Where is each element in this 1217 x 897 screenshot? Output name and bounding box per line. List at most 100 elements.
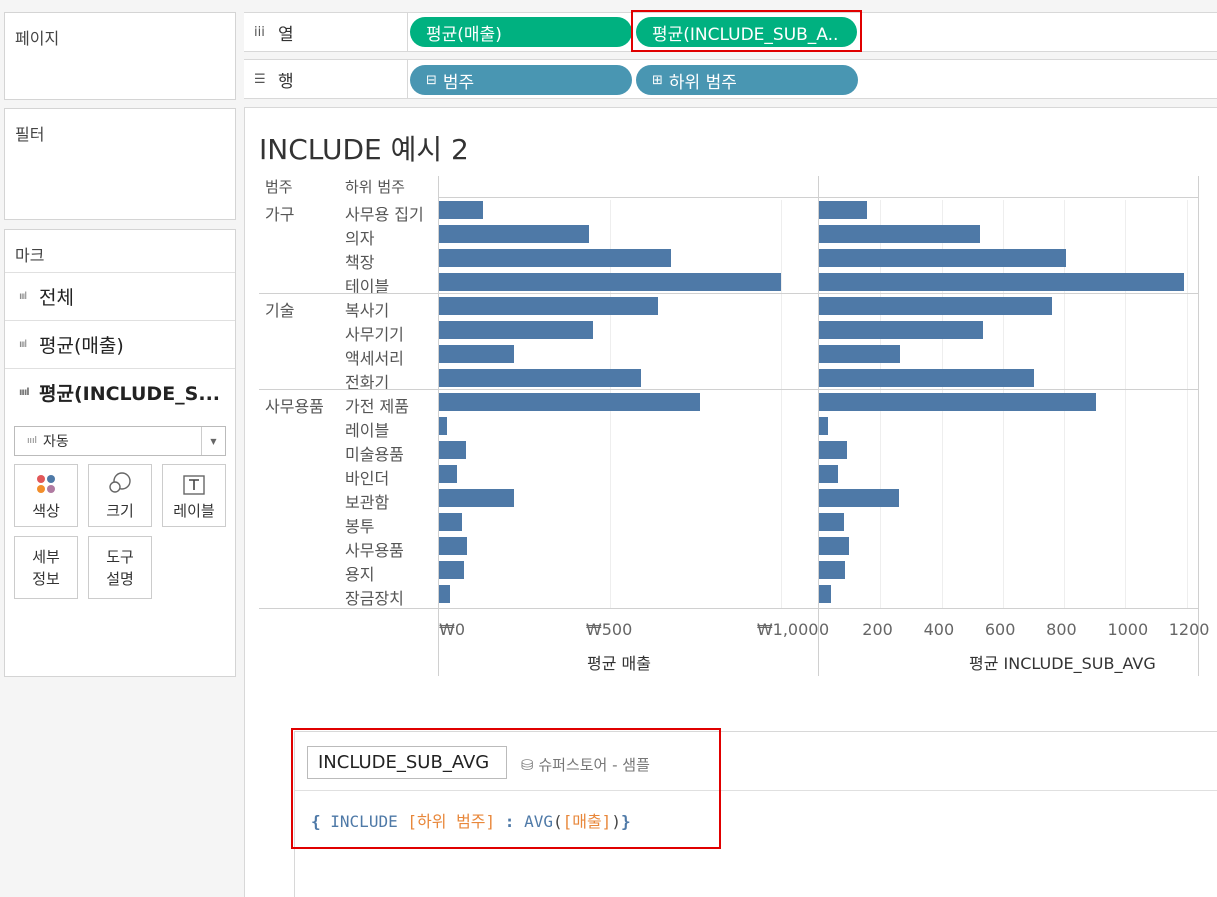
bar-mark <box>819 513 844 531</box>
bar-mark <box>819 393 1097 411</box>
subcategory-label: 미술용품 <box>345 445 404 464</box>
bar-mark <box>439 225 590 243</box>
pages-title: 페이지 <box>15 29 60 48</box>
category-divider <box>259 293 1199 294</box>
mark-type-select[interactable]: ıııl 자동 ▼ <box>14 426 226 456</box>
bar-mark <box>439 273 781 291</box>
bar-mark <box>439 489 514 507</box>
bar-chart-icon: ıııl <box>19 291 27 302</box>
subcategory-label: 책장 <box>345 253 375 272</box>
chevron-down-icon[interactable]: ▼ <box>201 427 225 455</box>
subcategory-label: 장금장치 <box>345 589 404 608</box>
size-icon <box>89 465 151 495</box>
text-label-icon <box>163 465 225 495</box>
bar-mark <box>819 225 980 243</box>
bar-mark <box>819 201 867 219</box>
color-button[interactable]: 색상 <box>14 464 78 527</box>
tick-label: 1200 <box>1168 620 1210 639</box>
detail-label-2: 정보 <box>32 569 60 588</box>
pill-label: 범주 <box>442 72 475 93</box>
rows-shelf[interactable]: ☰ 행 ⊟ 범주 ⊞ 하위 범주 <box>244 59 1217 99</box>
color-button-label: 색상 <box>32 502 60 520</box>
bar-mark <box>439 417 447 435</box>
bar-mark <box>439 321 593 339</box>
header-rule <box>439 197 1199 198</box>
bar-mark <box>439 465 457 483</box>
bar-mark <box>819 441 848 459</box>
category-divider <box>259 389 1199 390</box>
tick-label: 1000 <box>1107 620 1149 639</box>
mark-type-value: 자동 <box>43 434 69 450</box>
bar-mark <box>819 369 1034 387</box>
bar-mark <box>819 417 828 435</box>
marks-tab-avg-include[interactable]: ıııl 평균(INCLUDE_S... <box>5 368 235 416</box>
subcategory-label: 사무용 집기 <box>345 205 424 224</box>
highlight-box <box>631 10 862 52</box>
bar-mark <box>439 537 468 555</box>
subcategory-label: 레이블 <box>345 421 390 440</box>
bar-mark <box>819 585 832 603</box>
bar-mark <box>819 537 850 555</box>
bar-chart-icon: ıııl <box>27 436 38 446</box>
subcategory-label: 가전 제품 <box>345 397 409 416</box>
tick-label: 0 <box>819 620 830 639</box>
bar-mark <box>439 561 464 579</box>
columns-shelf-label: iii 열 <box>244 13 408 51</box>
marks-tab-label: 평균(매출) <box>39 335 124 357</box>
filters-title: 필터 <box>15 125 45 144</box>
highlight-box <box>291 728 721 849</box>
subcategory-label: 보관함 <box>345 493 390 512</box>
tooltip-button[interactable]: 도구 설명 <box>88 536 152 599</box>
pill-subcategory[interactable]: ⊞ 하위 범주 <box>636 65 858 95</box>
gridline <box>780 200 782 608</box>
bar-mark <box>819 249 1066 267</box>
sheet-title: INCLUDE 예시 2 <box>259 133 469 166</box>
bar-mark <box>439 393 701 411</box>
pill-avg-sales[interactable]: 평균(매출) <box>410 17 632 47</box>
detail-label-1: 세부 <box>32 547 60 566</box>
subcategory-label: 봉투 <box>345 517 375 536</box>
bar-mark <box>439 513 462 531</box>
subcategory-label: 사무기기 <box>345 325 404 344</box>
axis-title: 평균 INCLUDE_SUB_AVG <box>969 654 1156 673</box>
gridline <box>1186 200 1188 608</box>
category-label: 기술 <box>265 301 295 320</box>
size-button-label: 크기 <box>106 502 134 520</box>
pane-divider <box>1198 176 1199 676</box>
detail-button[interactable]: 세부 정보 <box>14 536 78 599</box>
expand-icon[interactable]: ⊞ <box>652 73 663 88</box>
tick-label: ₩0 <box>439 620 465 639</box>
marks-tab-label: 평균(INCLUDE_S... <box>39 383 221 405</box>
subcategory-label: 의자 <box>345 229 375 248</box>
bar-mark <box>819 321 983 339</box>
bar-mark <box>819 273 1184 291</box>
subcategory-label: 사무용품 <box>345 541 404 560</box>
bar-mark <box>819 489 899 507</box>
bar-chart-icon: ıııl <box>19 339 27 350</box>
columns-icon: iii <box>254 24 265 40</box>
rows-icon: ☰ <box>254 71 266 87</box>
tick-label: 200 <box>862 620 893 639</box>
pill-category[interactable]: ⊟ 범주 <box>410 65 632 95</box>
filters-panel[interactable]: 필터 <box>4 108 236 220</box>
subcategory-label: 복사기 <box>345 301 390 320</box>
bar-mark <box>439 585 451 603</box>
marks-tab-avg-sales[interactable]: ıııl 평균(매출) <box>5 320 235 368</box>
rows-shelf-label: ☰ 행 <box>244 60 408 98</box>
tooltip-label-1: 도구 <box>106 547 134 566</box>
marks-title: 마크 <box>15 246 45 265</box>
bar-mark <box>439 369 641 387</box>
marks-tab-label: 전체 <box>39 287 74 309</box>
gridline <box>1125 200 1127 608</box>
tick-label: ₩1,000 <box>756 620 819 639</box>
size-button[interactable]: 크기 <box>88 464 152 527</box>
bar-chart-icon: ıııl <box>19 387 30 398</box>
bar-mark <box>439 249 672 267</box>
bar-mark <box>439 441 466 459</box>
axis-title: 평균 매출 <box>587 654 651 673</box>
bar-mark <box>439 201 484 219</box>
label-button[interactable]: 레이블 <box>162 464 226 527</box>
marks-tab-all[interactable]: ıııl 전체 <box>5 272 235 320</box>
columns-label: 열 <box>278 24 294 45</box>
collapse-icon[interactable]: ⊟ <box>426 73 437 88</box>
